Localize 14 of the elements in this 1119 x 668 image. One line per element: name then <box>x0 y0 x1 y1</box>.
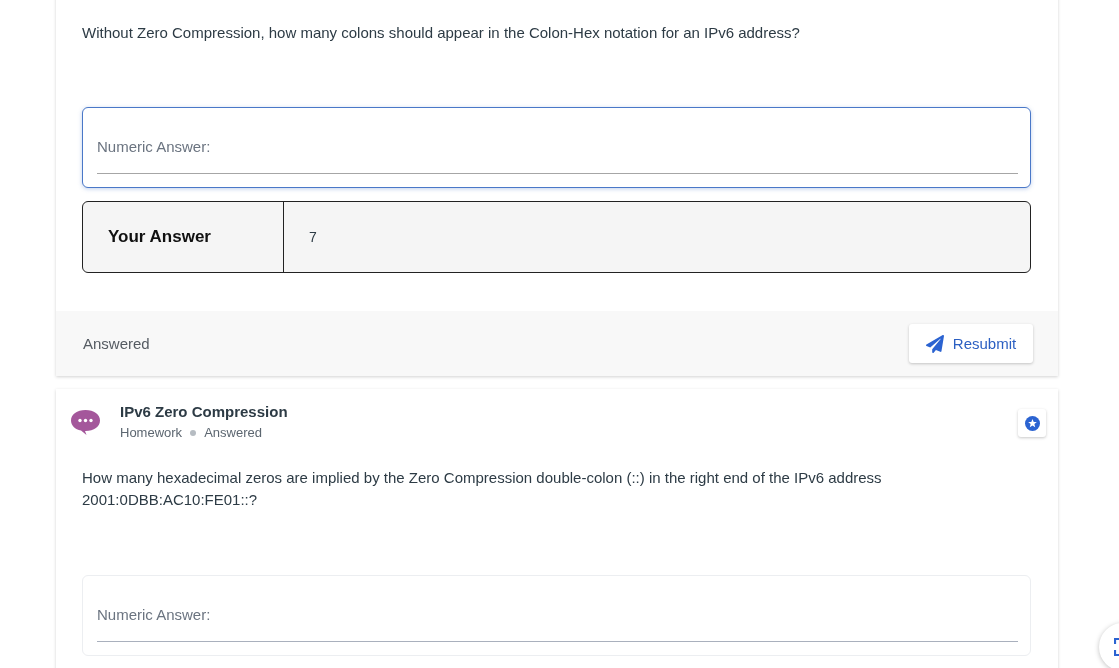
chat-bubble-icon <box>70 409 101 436</box>
dot-icon <box>190 429 197 436</box>
question-text: Without Zero Compression, how many colons should appear in the Colon-Hex notation for an IPv6 address? <box>82 23 801 43</box>
resubmit-button[interactable]: Resubmit <box>909 324 1033 363</box>
meta-text: Homework <box>120 425 183 440</box>
paper-plane-icon <box>925 334 944 353</box>
star-badge-button[interactable] <box>1018 409 1046 437</box>
answer-field[interactable]: Numeric Answer: <box>82 107 1031 188</box>
status-text: Answered <box>83 335 150 352</box>
meta-text: Answered <box>204 425 262 440</box>
answer-value: 7 <box>309 229 317 245</box>
answer-label: Your Answer <box>108 227 211 247</box>
question-text: How many hexadecimal zeros are implied by the Zero Compression double-colon (::) in the right end of the IPv6 address 2001:0DBB:AC10:FE01::? <box>82 468 883 510</box>
question-title: IPv6 Zero Compression <box>120 403 288 421</box>
